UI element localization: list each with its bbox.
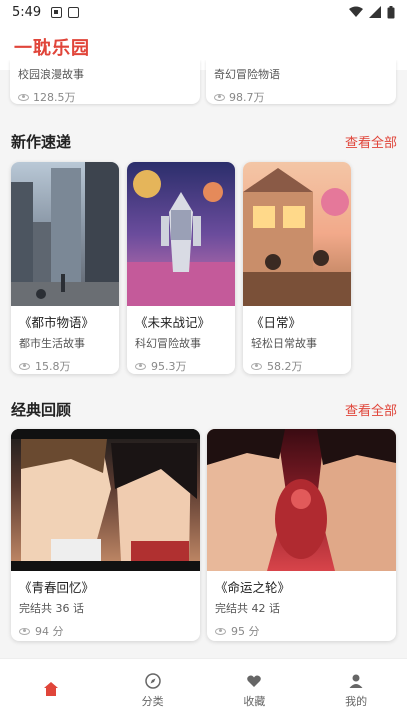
card-title: 《未来战记》: [135, 315, 211, 330]
signal-icon: [369, 6, 381, 18]
wifi-icon: [349, 6, 363, 17]
screen-icon: [68, 6, 80, 18]
card-desc: 科幻冒险故事: [135, 337, 201, 350]
card-views: 95.3万: [151, 360, 187, 373]
nav-category[interactable]: 分类: [102, 659, 204, 723]
previous-cards-row: 校园浪漫故事 128.5万 奇幻冒险物语 98.7万: [10, 60, 397, 108]
status-bar: 5:49: [0, 0, 407, 24]
card-title: 《都市物语》: [19, 315, 95, 330]
see-all-link[interactable]: 查看全部: [345, 132, 397, 151]
status-time: 5:49: [12, 4, 42, 20]
card-desc: 都市生活故事: [19, 337, 85, 350]
mecha-robot-image: [127, 170, 235, 306]
card-title: 《青春回忆》: [19, 580, 95, 595]
nav-label: 收藏: [243, 695, 266, 708]
card-title: 《命运之轮》: [215, 580, 291, 595]
comic-card[interactable]: 《命运之轮》 完结共 42 话 95 分: [207, 429, 396, 641]
comic-card[interactable]: 《日常》 轻松日常故事 58.2万: [243, 162, 351, 374]
city-street-image: [11, 162, 119, 306]
user-icon: [348, 673, 364, 689]
eye-icon: [19, 362, 30, 370]
section-title: 经典回顾: [11, 400, 72, 419]
home-icon: [43, 681, 59, 697]
card-desc: 完结共 42 话: [215, 602, 280, 615]
anime-couple-image: [11, 429, 200, 571]
nav-home[interactable]: [0, 659, 102, 723]
card-views: 98.7万: [229, 91, 265, 104]
section-header-classic: 经典回顾 查看全部: [11, 398, 397, 420]
cover-image: [127, 162, 235, 306]
nav-profile[interactable]: 我的: [305, 659, 407, 723]
eye-icon: [135, 362, 146, 370]
card-score: 95 分: [231, 625, 260, 638]
cover-image: [11, 162, 119, 306]
see-all-link[interactable]: 查看全部: [345, 400, 397, 419]
cover-image: [243, 162, 351, 306]
evening-house-image: [243, 168, 351, 306]
eye-icon: [215, 627, 226, 635]
card-views: 58.2万: [267, 360, 303, 373]
card-score: 94 分: [35, 625, 64, 638]
cover-image: [11, 429, 200, 571]
card-views: 15.8万: [35, 360, 71, 373]
comic-card[interactable]: 《青春回忆》 完结共 36 话 94 分: [11, 429, 200, 641]
heart-icon: [246, 673, 262, 689]
comic-card[interactable]: 《都市物语》 都市生活故事 15.8万: [11, 162, 119, 374]
app-title: 一耽乐园: [14, 38, 90, 59]
bottom-nav: 分类 收藏 我的: [0, 658, 407, 723]
nav-favorites[interactable]: 收藏: [204, 659, 306, 723]
comic-card[interactable]: 《未来战记》 科幻冒险故事 95.3万: [127, 162, 235, 374]
notification-icon: [51, 6, 63, 18]
cover-image: [207, 429, 396, 571]
compass-icon: [144, 673, 161, 689]
card-desc: 奇幻冒险物语: [214, 68, 280, 81]
nav-label: 我的: [345, 695, 368, 708]
main-content[interactable]: 校园浪漫故事 128.5万 奇幻冒险物语 98.7万 新作速递 查看全部 《都市…: [0, 60, 407, 660]
eye-icon: [19, 627, 30, 635]
battery-icon: [387, 5, 395, 18]
eye-icon: [18, 93, 29, 101]
card-views: 128.5万: [33, 91, 76, 104]
eye-icon: [214, 93, 225, 101]
card-desc: 校园浪漫故事: [18, 68, 84, 81]
eye-icon: [251, 362, 262, 370]
card-desc: 轻松日常故事: [251, 337, 317, 350]
section-title: 新作速递: [11, 132, 72, 151]
section-header-new: 新作速递 查看全部: [11, 130, 397, 152]
card-title: 《日常》: [251, 315, 302, 330]
list-item[interactable]: 校园浪漫故事 128.5万: [10, 60, 200, 104]
nav-label: 分类: [141, 695, 164, 708]
list-item[interactable]: 奇幻冒险物语 98.7万: [206, 60, 396, 104]
card-desc: 完结共 36 话: [19, 602, 84, 615]
rival-faceoff-image: [207, 429, 396, 571]
